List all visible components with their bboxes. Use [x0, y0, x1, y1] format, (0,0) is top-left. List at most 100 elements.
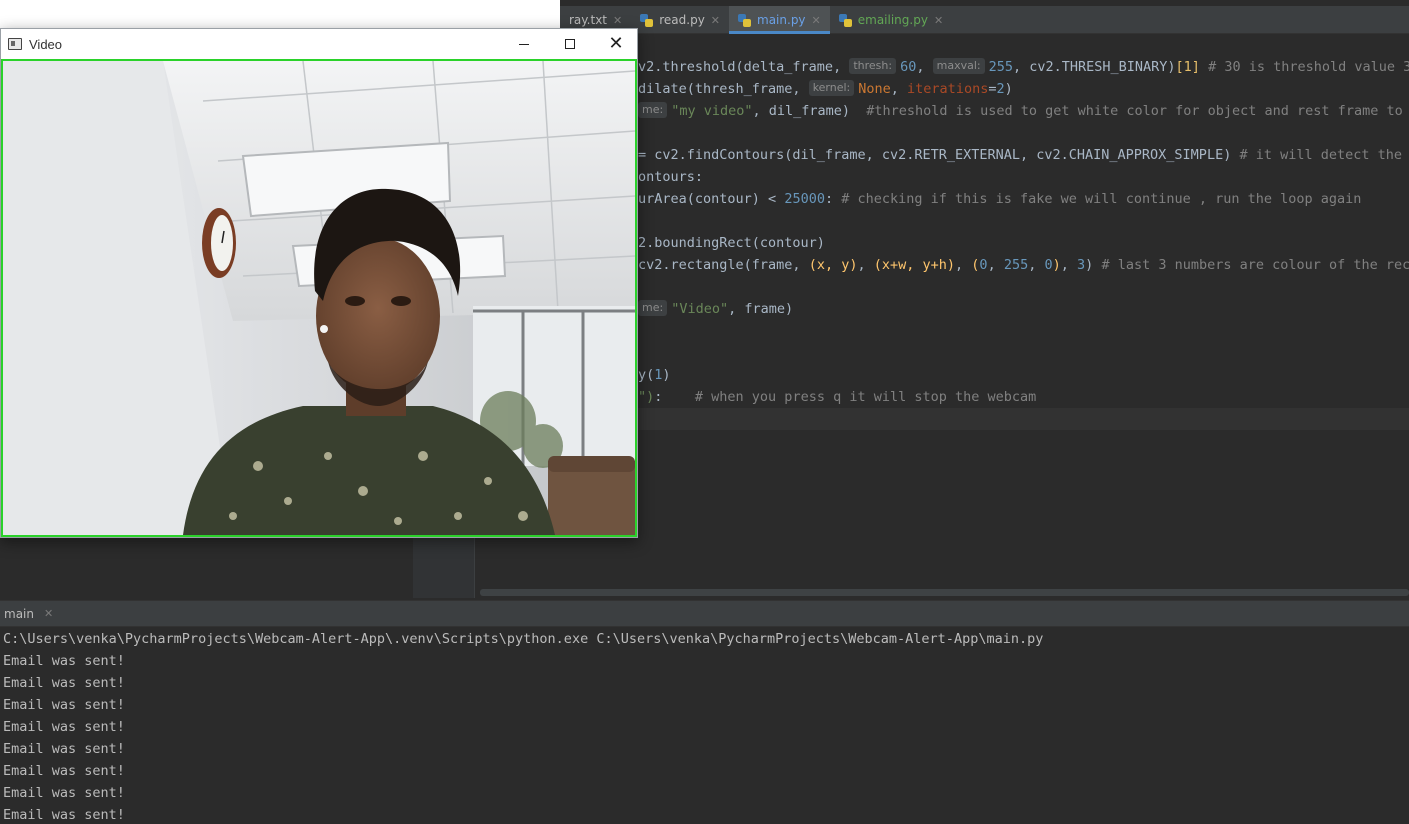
code-text: : [824, 191, 842, 207]
code-line: me: "Video", frame) [638, 298, 793, 320]
code-number: 2 [996, 81, 1005, 97]
maximize-button[interactable] [547, 29, 593, 59]
code-text: , [916, 59, 933, 75]
close-icon[interactable]: ✕ [44, 607, 53, 620]
code-number: 60 [900, 59, 917, 75]
couch [548, 461, 635, 535]
code-comment: # it will detect the co [1239, 147, 1409, 163]
code-line: ontours: [638, 166, 703, 188]
param-hint: maxval: [932, 58, 985, 74]
code-text: , frame) [728, 301, 794, 317]
code-line: y(1) [638, 364, 671, 386]
python-file-icon [838, 13, 852, 27]
code-line: me: "my video", dil_frame) #threshold is … [638, 100, 1409, 122]
param-hint: thresh: [849, 58, 897, 74]
console-line: Email was sent! [3, 697, 125, 713]
console-line: Email was sent! [3, 675, 125, 691]
run-tab-bar: main ✕ [0, 601, 1409, 627]
code-line: = cv2.findContours(dil_frame, cv2.RETR_E… [638, 144, 1409, 166]
code-text: ) [1004, 81, 1013, 97]
webcam-image [3, 61, 635, 535]
close-icon[interactable]: ✕ [812, 14, 821, 27]
person-eye [391, 296, 411, 306]
tab-read-py[interactable]: read.py ✕ [631, 6, 729, 34]
code-number: 3 [1077, 257, 1086, 273]
console-line: Email was sent! [3, 807, 125, 823]
code-text: , [857, 257, 874, 273]
code-comment: # when you press q it will stop the webc… [694, 389, 1037, 405]
video-window-titlebar[interactable]: Video ✕ [1, 29, 637, 59]
code-line: "): # when you press q it will stop the … [638, 386, 1036, 408]
code-text: v2.threshold(delta_frame, [638, 59, 850, 75]
console-line: C:\Users\venka\PycharmProjects\Webcam-Al… [3, 631, 1044, 647]
tab-main-py[interactable]: main.py ✕ [729, 6, 830, 34]
console-line: Email was sent! [3, 653, 125, 669]
code-string: "Video" [671, 301, 729, 317]
code-number: 255 [988, 59, 1013, 75]
code-text: cv2.rectangle(frame, [638, 257, 809, 273]
run-tab-main[interactable]: main [4, 607, 34, 621]
minimize-icon [519, 43, 529, 45]
tab-label: emailing.py [857, 13, 928, 27]
code-param: iterations [907, 81, 989, 97]
earbud [320, 325, 328, 333]
video-window[interactable]: Video ✕ [0, 28, 638, 538]
code-text: , [987, 257, 1004, 273]
code-line: dilate(thresh_frame, kernel: None, iterat… [638, 78, 1013, 100]
code-text: ) [662, 367, 671, 383]
console-output[interactable]: C:\Users\venka\PycharmProjects\Webcam-Al… [0, 627, 1409, 824]
param-hint: me: [638, 102, 668, 118]
code-comment: # 30 is threshold value 30 [1199, 59, 1409, 75]
code-keyword: None [858, 81, 891, 97]
editor-horizontal-scrollbar[interactable] [480, 589, 1409, 596]
close-icon[interactable]: ✕ [613, 14, 622, 27]
code-text: 2.boundingRect(contour) [638, 235, 825, 251]
code-text: , [890, 81, 908, 97]
console-line: Email was sent! [3, 719, 125, 735]
python-file-icon [640, 13, 654, 27]
code-text: , dil_frame) [752, 103, 867, 119]
console-line: Email was sent! [3, 785, 125, 801]
close-icon[interactable]: ✕ [934, 14, 943, 27]
code-text: urArea(contour) < [638, 191, 785, 207]
tab-label: read.py [659, 13, 705, 27]
code-text: , [1028, 257, 1045, 273]
tab-label: main.py [757, 13, 806, 27]
code-comment: #threshold is used to get white color fo… [866, 103, 1409, 119]
window-title: Video [29, 36, 63, 52]
code-line: urArea(contour) < 25000: # checking if t… [638, 188, 1361, 210]
code-line: cv2.rectangle(frame, (x, y), (x+w, y+h),… [638, 254, 1409, 276]
code-string: "my video" [671, 103, 753, 119]
run-tool-window: main ✕ C:\Users\venka\PycharmProjects\We… [0, 600, 1409, 824]
console-line: Email was sent! [3, 763, 125, 779]
python-file-icon [738, 13, 752, 27]
param-hint: me: [638, 300, 668, 316]
window-app-icon [8, 38, 22, 50]
code-number: 0 [1044, 257, 1053, 273]
code-number: 25000 [784, 191, 825, 207]
person-eye [345, 296, 365, 306]
code-text: = cv2.findContours(dil_frame, cv2.RETR_E… [638, 147, 1240, 163]
code-text: dilate(thresh_frame, [638, 81, 809, 97]
code-text: ) [1085, 257, 1102, 273]
code-line: v2.threshold(delta_frame, thresh: 60, max… [638, 56, 1409, 78]
code-text: , cv2.THRESH_BINARY) [1012, 59, 1176, 75]
code-text: y( [638, 367, 655, 383]
close-button[interactable]: ✕ [593, 29, 639, 59]
code-tuple: (x, y) [808, 257, 858, 273]
code-text: : [654, 389, 695, 405]
editor-tab-bar: ray.txt ✕ read.py ✕ main.py ✕ emailing.p… [560, 6, 1409, 34]
minimize-button[interactable] [501, 29, 547, 59]
code-string: ") [638, 389, 655, 405]
tab-emailing-py[interactable]: emailing.py ✕ [830, 6, 952, 34]
console-line: Email was sent! [3, 741, 125, 757]
webcam-frame [1, 59, 637, 537]
param-hint: kernel: [808, 80, 855, 96]
close-icon[interactable]: ✕ [711, 14, 720, 27]
code-text: , [955, 257, 972, 273]
code-text: ontours: [638, 169, 704, 185]
code-tuple: (x+w, y+h) [873, 257, 956, 273]
code-comment: # last 3 numbers are colour of the recta [1101, 257, 1409, 273]
code-line: 2.boundingRect(contour) [638, 232, 825, 254]
code-paren: ) [1052, 257, 1061, 273]
